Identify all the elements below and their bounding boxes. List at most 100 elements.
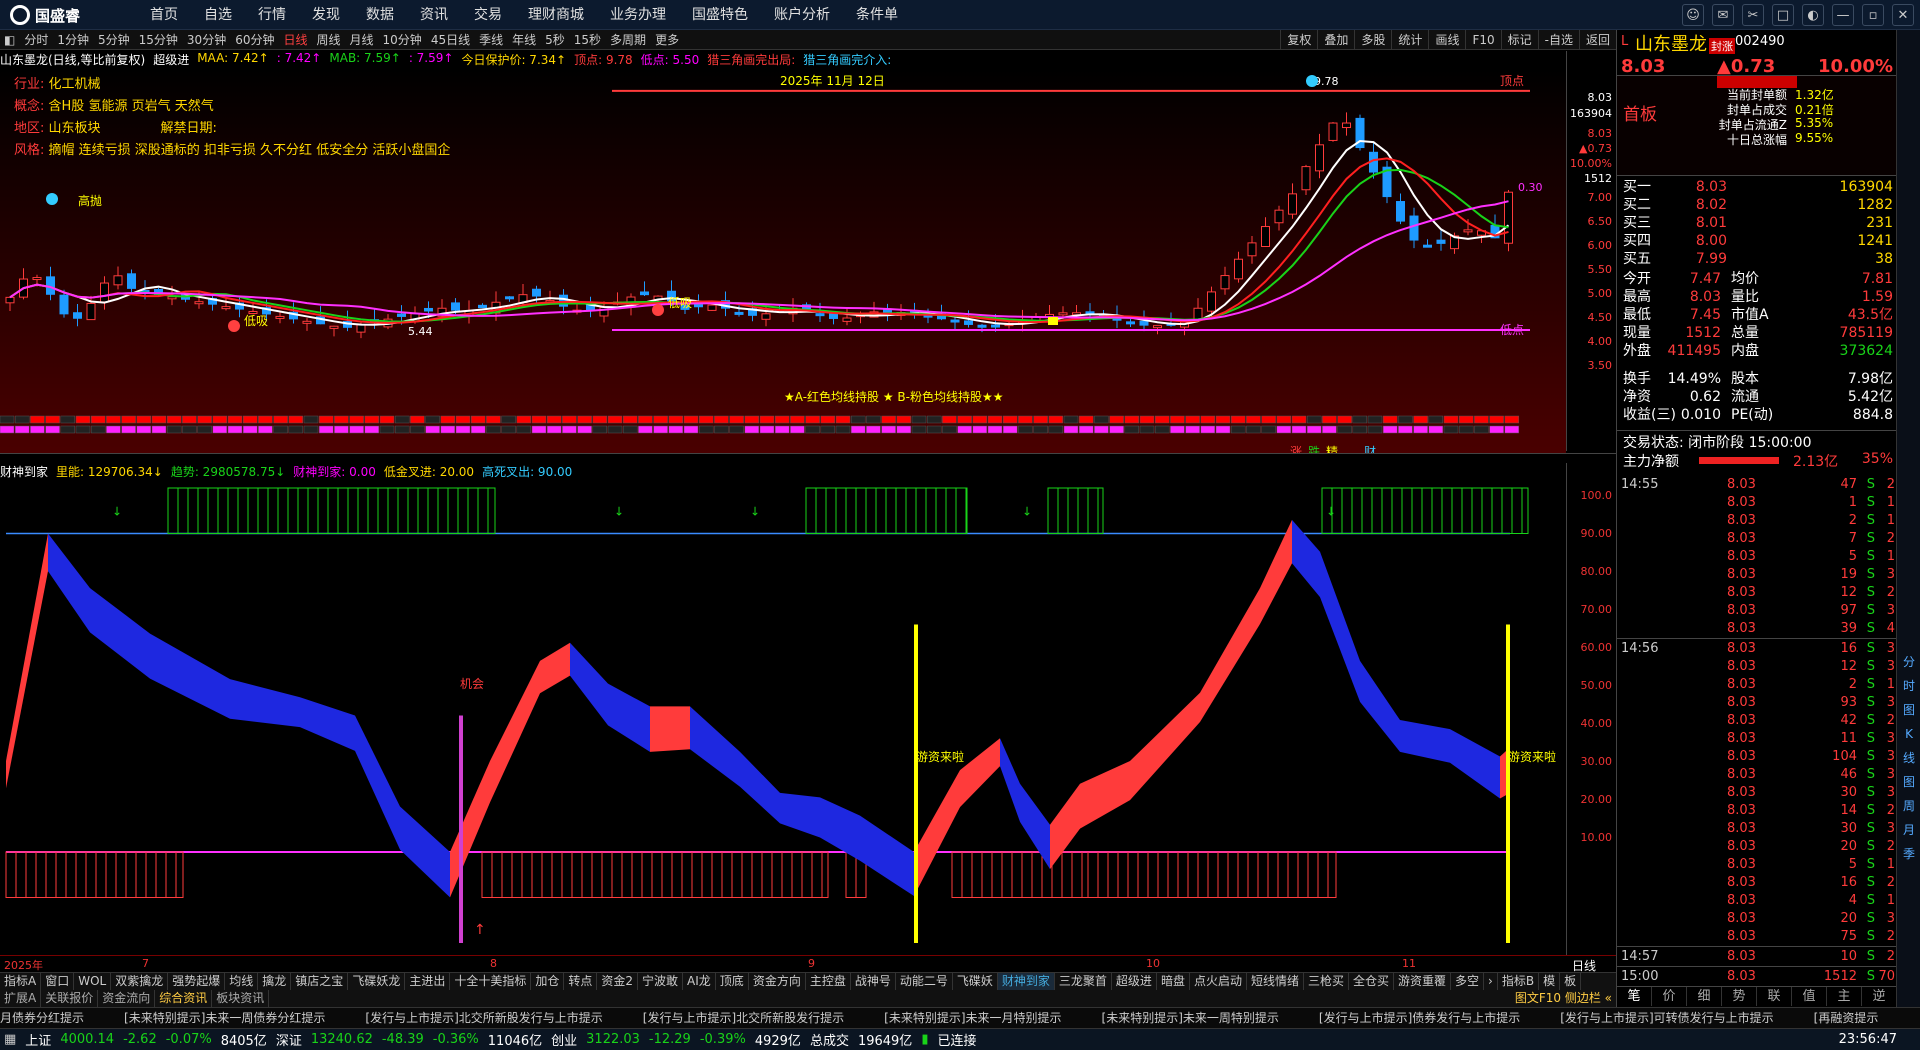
sidebar-tool[interactable]: K — [1897, 722, 1920, 746]
indicator-tab[interactable]: WOL — [74, 973, 112, 990]
timeframe-item[interactable]: 周线 — [317, 31, 341, 48]
timeframe-item[interactable]: 更多 — [655, 31, 679, 48]
toolbar-item[interactable]: 叠加 — [1317, 30, 1354, 50]
timeframe-item[interactable]: 1分钟 — [57, 31, 89, 48]
indicator-tab[interactable]: 资金方向 — [749, 973, 806, 990]
indicator-tab[interactable]: 全仓买 — [1349, 973, 1395, 990]
ticker-item[interactable]: 月债券分红提示 — [0, 1011, 84, 1025]
menu-item[interactable]: 首页 — [150, 0, 178, 30]
order-row-buy[interactable]: 买一 8.03 163904 — [1617, 178, 1897, 196]
sidebar-tool[interactable]: 时 — [1897, 674, 1920, 698]
indicator-tab[interactable]: 加仓 — [531, 973, 565, 990]
panel-toggle-icon[interactable]: ◧ — [4, 33, 15, 47]
indicator-tab[interactable]: 战神号 — [851, 973, 896, 990]
menu-item[interactable]: 自选 — [204, 0, 232, 30]
chat-icon[interactable]: ☺ — [1682, 4, 1704, 26]
toolbar-item[interactable]: 多股 — [1354, 30, 1391, 50]
indicator-tab[interactable]: 飞碟妖 — [953, 973, 998, 990]
indicator-tab[interactable]: 指标A — [0, 973, 42, 990]
skin-icon[interactable]: ◐ — [1802, 4, 1824, 26]
timeframe-item[interactable]: 日线 — [283, 31, 307, 48]
sz-label[interactable]: 深证 — [276, 1030, 302, 1049]
ticker-item[interactable]: [未来特别提示]未来一月特别提示 — [884, 1011, 1061, 1025]
menu-item[interactable]: 数据 — [366, 0, 394, 30]
sidebar-tool[interactable]: 图 — [1897, 770, 1920, 794]
timeframe-item[interactable]: 10分钟 — [383, 31, 422, 48]
indicator-tab[interactable]: 窗口 — [41, 973, 75, 990]
indicator-tab[interactable]: › — [1484, 973, 1498, 990]
tools-icon[interactable]: ✂ — [1742, 4, 1764, 26]
panel-tab[interactable]: 细 — [1687, 987, 1722, 1006]
indicator-tab[interactable]: 十全十美指标 — [450, 973, 532, 990]
menu-item[interactable]: 业务办理 — [610, 0, 666, 30]
indicator-tab[interactable]: 镇店之宝 — [291, 973, 349, 990]
indicator-tab[interactable]: 主进出 — [405, 973, 451, 990]
extension-tab[interactable]: 关联报价 — [41, 990, 99, 1007]
indicator-tab[interactable]: 三枪买 — [1304, 973, 1349, 990]
menu-item[interactable]: 发现 — [312, 0, 340, 30]
indicator-tab[interactable]: 顶底 — [716, 973, 749, 990]
ticker-item[interactable]: [发行与上市提示]北交所新股发行与上市提示 — [365, 1011, 602, 1025]
toolbar-item[interactable]: -自选 — [1537, 30, 1579, 50]
side-panel-toggle[interactable]: 图文F10 侧边栏 « — [1511, 990, 1616, 1006]
toolbar-item[interactable]: 画线 — [1428, 30, 1465, 50]
timeframe-item[interactable]: 5分钟 — [98, 31, 130, 48]
indicator-tab[interactable]: 强势起爆 — [168, 973, 226, 990]
indicator-tab[interactable]: 主控盘 — [806, 973, 851, 990]
indicator-tab[interactable]: 财神到家 — [997, 973, 1055, 990]
menu-item[interactable]: 条件单 — [856, 0, 898, 30]
ticker-item[interactable]: [发行与上市提示]北交所新股发行提示 — [643, 1011, 844, 1025]
indicator-tab[interactable]: 模 — [1539, 973, 1561, 990]
menu-item[interactable]: 账户分析 — [774, 0, 830, 30]
panel-tab[interactable]: 值 — [1792, 987, 1827, 1006]
sidebar-tool[interactable]: 线 — [1897, 746, 1920, 770]
timeframe-item[interactable]: 月线 — [350, 31, 374, 48]
ticker-item[interactable]: [再融资提示 — [1814, 1011, 1879, 1025]
indicator-tab[interactable]: 双紫擒龙 — [111, 973, 169, 990]
indicator-tab[interactable]: 宁波敢 — [638, 973, 684, 990]
ticker-item[interactable]: [发行与上市提示]可转债发行与上市提示 — [1560, 1011, 1773, 1025]
timeframe-item[interactable]: 15分钟 — [139, 31, 178, 48]
mail-icon[interactable]: ✉ — [1712, 4, 1734, 26]
timeframe-item[interactable]: 季线 — [479, 31, 503, 48]
extension-tab[interactable]: 资金流向 — [98, 990, 156, 1007]
indicator-tab[interactable]: 指标B — [1498, 973, 1540, 990]
order-row-buy[interactable]: 买二 8.02 1282 — [1617, 196, 1897, 214]
news-ticker[interactable]: 月债券分红提示 [未来特别提示]未来一周债券分红提示 [发行与上市提示]北交所新股发… — [0, 1007, 1920, 1028]
indicator-tab[interactable]: 三龙聚首 — [1055, 973, 1112, 990]
minimize-button[interactable]: — — [1832, 4, 1854, 26]
indicator-tab[interactable]: 飞碟妖龙 — [348, 973, 406, 990]
timeframe-item[interactable]: 5秒 — [545, 31, 565, 48]
sub-indicator-name[interactable]: 财神到家 — [0, 463, 48, 481]
panel-tab[interactable]: 价 — [1652, 987, 1687, 1006]
timeframe-item[interactable]: 多周期 — [610, 31, 646, 48]
sidebar-tool[interactable]: 图 — [1897, 698, 1920, 722]
order-row-buy[interactable]: 买三 8.01 231 — [1617, 214, 1897, 232]
sidebar-tool[interactable]: 月 — [1897, 818, 1920, 842]
indicator-tab[interactable]: 多空 — [1451, 973, 1485, 990]
close-button[interactable]: ✕ — [1892, 4, 1914, 26]
stock-name[interactable]: 山东墨龙 — [1635, 30, 1707, 56]
panel-tab[interactable]: 主 — [1827, 987, 1862, 1006]
grid-icon[interactable]: ▦ — [4, 1032, 16, 1047]
extension-tab[interactable]: 板块资讯 — [212, 990, 270, 1007]
indicator-name[interactable]: 超级进 — [153, 51, 189, 69]
ticker-item[interactable]: [未来特别提示]未来一周债券分红提示 — [124, 1011, 325, 1025]
indicator-tab[interactable]: 擒龙 — [258, 973, 292, 990]
panel-tab[interactable]: 笔 — [1617, 987, 1652, 1006]
order-row-buy[interactable]: 买四 8.00 1241 — [1617, 232, 1897, 250]
panel-tab[interactable]: 逆 — [1862, 987, 1897, 1006]
extension-tab[interactable]: 综合资讯 — [155, 990, 213, 1007]
timeframe-item[interactable]: 60分钟 — [235, 31, 274, 48]
order-row-buy[interactable]: 买五 7.99 38 — [1617, 250, 1897, 268]
menu-item[interactable]: 资讯 — [420, 0, 448, 30]
indicator-tab[interactable]: AI龙 — [683, 973, 716, 990]
menu-item[interactable]: 交易 — [474, 0, 502, 30]
sidebar-tool[interactable]: 分 — [1897, 650, 1920, 674]
ticker-item[interactable]: [未来特别提示]未来一周特别提示 — [1102, 1011, 1279, 1025]
toolbar-item[interactable]: 标记 — [1500, 30, 1538, 50]
maximize-button[interactable]: ▫ — [1862, 4, 1884, 26]
toolbar-item[interactable]: F10 — [1465, 30, 1500, 50]
timeframe-item[interactable]: 15秒 — [574, 31, 601, 48]
indicator-tab[interactable]: 资金2 — [597, 973, 639, 990]
